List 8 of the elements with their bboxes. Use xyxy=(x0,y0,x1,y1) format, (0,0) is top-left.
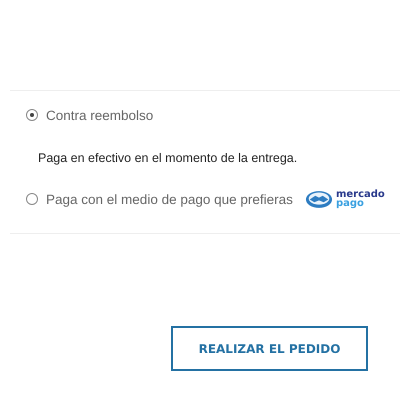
logo-text: mercado xyxy=(336,190,385,199)
option-description: Paga en efectivo en el momento de la entrega. xyxy=(37,151,298,165)
submit-button[interactable]: REALIZAR EL PEDIDO xyxy=(171,326,368,371)
radio-button[interactable] xyxy=(26,109,38,121)
logo-text: pago xyxy=(336,199,365,208)
option-label[interactable]: Paga con el medio de pago que prefieras xyxy=(46,192,293,206)
option-label[interactable]: Contra reembolso xyxy=(46,108,154,122)
radio-button[interactable] xyxy=(26,193,38,205)
